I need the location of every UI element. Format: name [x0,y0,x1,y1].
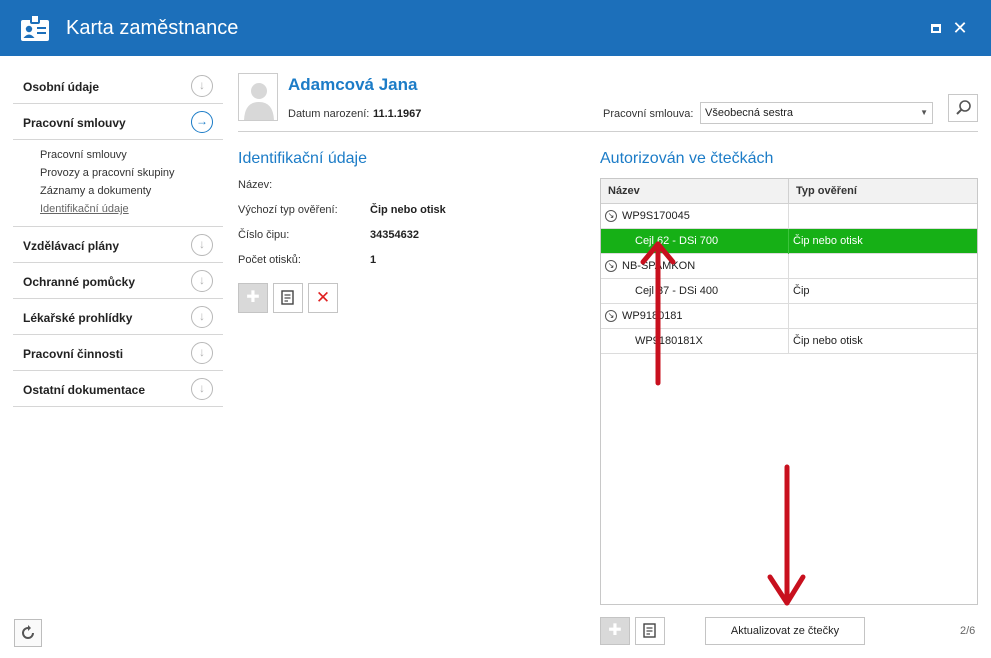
table-header: Název Typ ověření [601,179,977,204]
field-value-pocet-otisku: 1 [370,254,377,266]
sidebar-item-lekarske-prohlidky[interactable]: Lékařské prohlídky ↓ [13,299,223,335]
table-row[interactable]: ↘ WP9180181 [601,304,977,329]
arrow-down-circle-icon[interactable]: ↓ [191,270,213,292]
add-button[interactable]: ✚ [238,283,268,313]
submenu-item-identifikacni-udaje[interactable]: Identifikační údaje [40,200,223,218]
sidebar-item-label: Pracovní činnosti [23,347,124,361]
reader-name: Cejl 37 - DSi 400 [635,285,719,297]
collapse-icon[interactable]: ↘ [605,210,617,222]
delete-x-icon: ✕ [315,288,331,307]
reader-type: Čip [793,285,810,297]
column-divider [788,204,789,229]
sidebar-item-osobni-udaje[interactable]: Osobní údaje ↓ [13,68,223,104]
contract-select-value: Všeobecná sestra [705,107,794,119]
add-reader-button[interactable]: ✚ [600,617,630,645]
field-label-nazev: Název: [238,179,273,191]
field-label-typ-overeni: Výchozí typ ověření: [238,204,338,216]
identification-title: Identifikační údaje [238,150,367,167]
refresh-icon [22,625,34,639]
plus-icon: ✚ [608,622,622,639]
sidebar-submenu: Pracovní smlouvy Provozy a pracovní skup… [13,140,223,227]
edit-document-icon [643,623,656,638]
reader-type: Čip nebo otisk [793,235,863,247]
field-value-cislo-cipu: 34354632 [370,229,419,241]
sidebar-item-label: Ochranné pomůcky [23,275,136,289]
search-icon [956,100,971,115]
title-bar: Karta zaměstnance ✕ [0,0,991,56]
arrow-down-circle-icon[interactable]: ↓ [191,342,213,364]
page-indicator: 2/6 [960,625,976,637]
chevron-down-icon: ▼ [920,108,928,117]
arrow-down-circle-icon[interactable]: ↓ [191,306,213,328]
maximize-button[interactable] [928,20,944,36]
avatar [238,73,278,121]
table-row[interactable]: Cejl 37 - DSi 400 Čip [601,279,977,304]
search-button[interactable] [948,94,978,122]
sidebar-item-vzdelavaci-plany[interactable]: Vzdělávací plány ↓ [13,227,223,263]
field-label-cislo-cipu: Číslo čipu: [238,229,290,241]
arrow-down-circle-icon[interactable]: ↓ [191,234,213,256]
reader-name: WP9S170045 [622,210,690,222]
sidebar-item-pracovni-smlouvy[interactable]: Pracovní smlouvy → [13,104,223,140]
arrow-down-circle-icon[interactable]: ↓ [191,75,213,97]
column-divider [788,329,789,354]
reader-type: Čip nebo otisk [793,335,863,347]
readers-title: Autorizován ve čtečkách [600,150,774,167]
column-header-nazev[interactable]: Název [608,185,640,197]
reader-name: WP9180181 [622,310,683,322]
sidebar-item-label: Osobní údaje [23,80,100,94]
sidebar-item-pracovni-cinnosti[interactable]: Pracovní činnosti ↓ [13,335,223,371]
collapse-icon[interactable]: ↘ [605,310,617,322]
edit-document-icon [281,290,294,305]
sidebar-item-ostatni-dokumentace[interactable]: Ostatní dokumentace ↓ [13,371,223,407]
sidebar-item-label: Lékařské prohlídky [23,311,133,325]
column-divider [788,304,789,329]
refresh-button[interactable] [14,619,42,647]
sidebar-item-ochranne-pomucky[interactable]: Ochranné pomůcky ↓ [13,263,223,299]
field-value-typ-overeni: Čip nebo otisk [370,204,446,216]
sidebar-item-label: Ostatní dokumentace [23,383,146,397]
reader-name: NB-SPAMKON [622,260,696,272]
column-divider [788,254,789,279]
reader-name: WP9180181X [635,335,703,347]
delete-button[interactable]: ✕ [308,283,338,313]
header-divider [238,131,978,132]
window-title: Karta zaměstnance [66,17,239,39]
submenu-item-pracovni-smlouvy[interactable]: Pracovní smlouvy [40,146,223,164]
collapse-icon[interactable]: ↘ [605,260,617,272]
submenu-item-zaznamy[interactable]: Záznamy a dokumenty [40,182,223,200]
close-button[interactable]: ✕ [952,19,968,37]
column-header-typ-overeni[interactable]: Typ ověření [796,185,857,197]
column-divider [788,279,789,304]
employee-name: Adamcová Jana [288,75,418,94]
reader-name: Cejl 62 - DSi 700 [635,235,719,247]
field-label-pocet-otisku: Počet otisků: [238,254,301,266]
id-card-icon [21,14,49,41]
update-from-reader-button[interactable]: Aktualizovat ze čtečky [705,617,865,645]
table-row-selected[interactable]: Cejl 62 - DSi 700 Čip nebo otisk [601,229,977,254]
contract-select[interactable]: Všeobecná sestra ▼ [700,102,933,124]
sidebar: Osobní údaje ↓ Pracovní smlouvy → Pracov… [13,68,223,407]
sidebar-item-label: Vzdělávací plány [23,239,120,253]
plus-icon: ✚ [246,289,260,306]
submenu-item-provozy[interactable]: Provozy a pracovní skupiny [40,164,223,182]
readers-table: Název Typ ověření ↘ WP9S170045 Cejl 62 -… [600,178,978,605]
table-row[interactable]: WP9180181X Čip nebo otisk [601,329,977,354]
contract-label: Pracovní smlouva: [603,108,694,120]
table-row[interactable]: ↘ NB-SPAMKON [601,254,977,279]
arrow-down-circle-icon[interactable]: ↓ [191,378,213,400]
dob-label: Datum narození: [288,108,370,120]
sidebar-item-label: Pracovní smlouvy [23,116,126,130]
column-divider [788,229,789,254]
edit-button[interactable] [273,283,303,313]
dob-value: 11.1.1967 [373,108,422,120]
table-row[interactable]: ↘ WP9S170045 [601,204,977,229]
edit-reader-button[interactable] [635,617,665,645]
column-divider [788,179,789,204]
arrow-right-circle-icon[interactable]: → [191,111,213,133]
